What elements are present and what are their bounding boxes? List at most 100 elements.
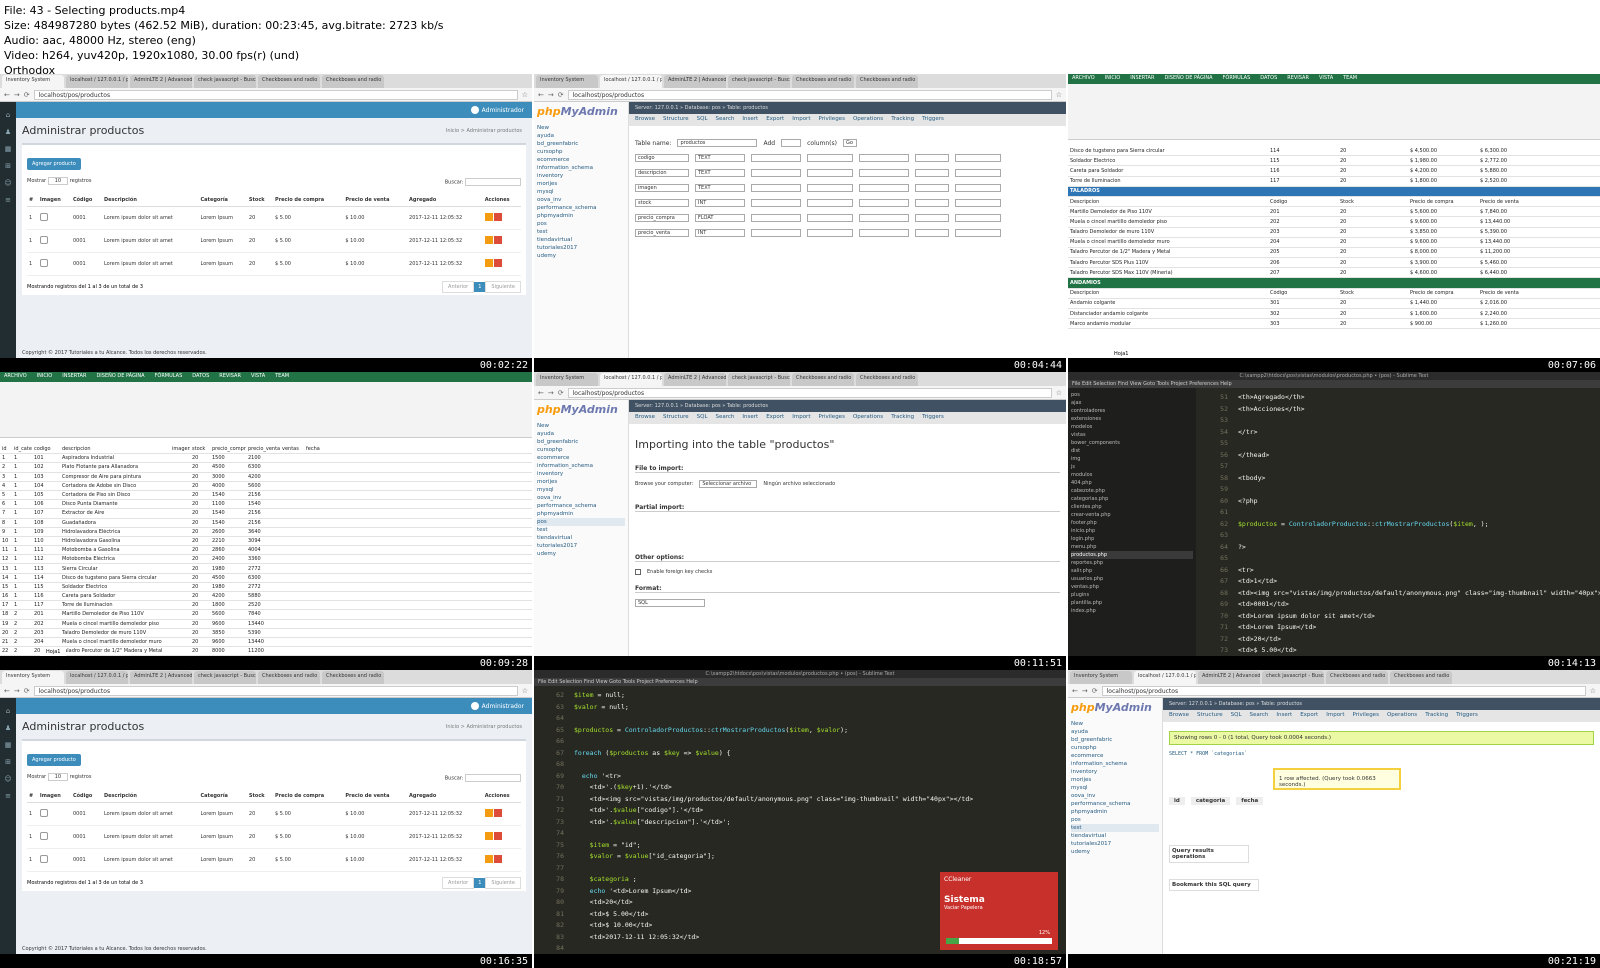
cell[interactable]: Taladro Percutor de 1/2" Madera y Metal <box>1068 249 1268 255</box>
sheet-tab[interactable]: Hoja1 <box>1108 350 1135 358</box>
cell[interactable]: 1500 <box>210 455 246 461</box>
cell[interactable]: 16 <box>0 593 12 599</box>
database-item[interactable]: morijes <box>537 180 625 188</box>
browser-tab[interactable]: Checkboxes and radio <box>792 75 854 88</box>
cell[interactable]: 4500 <box>210 464 246 470</box>
pma-tab[interactable]: Structure <box>663 414 689 422</box>
cell[interactable]: 20 <box>190 639 210 645</box>
cell[interactable]: $ 1,800.00 <box>1408 178 1478 184</box>
database-item[interactable]: ecommerce <box>537 454 625 462</box>
column-header[interactable]: Código <box>70 790 102 803</box>
browser-tab[interactable]: check javascript - Busca <box>728 373 790 386</box>
cell[interactable]: 2100 <box>246 455 280 461</box>
cell[interactable]: Cortadora de Piso sin Disco <box>60 492 170 498</box>
back-icon[interactable]: ← <box>4 687 10 695</box>
pma-tab[interactable]: Privileges <box>1352 712 1378 720</box>
pma-tab[interactable]: Privileges <box>818 414 844 422</box>
cell[interactable]: 20 <box>190 483 210 489</box>
database-item[interactable]: mysql <box>537 486 625 494</box>
cell[interactable]: Taladro Percutor SDS Max 110V (Mineria) <box>1068 270 1268 276</box>
cell[interactable]: 13440 <box>246 639 280 645</box>
reload-icon[interactable]: ⟳ <box>558 389 564 397</box>
cell[interactable]: id_categoria <box>12 446 32 452</box>
cell[interactable]: 1540 <box>210 492 246 498</box>
pma-tab[interactable]: Operations <box>1387 712 1417 720</box>
file-tree-item[interactable]: pos <box>1071 391 1193 399</box>
file-tree-item[interactable]: login.php <box>1071 535 1193 543</box>
collation-select[interactable] <box>859 154 909 162</box>
cell[interactable]: 206 <box>1268 260 1338 266</box>
cell[interactable]: Marco andamio modular <box>1068 321 1268 327</box>
cell[interactable]: 105 <box>32 492 60 498</box>
cell[interactable]: 21 <box>0 639 12 645</box>
database-item[interactable]: performance_schema <box>537 204 625 212</box>
database-item[interactable]: morijes <box>537 478 625 486</box>
collation-select[interactable] <box>859 214 909 222</box>
cell[interactable]: 114 <box>1268 148 1338 154</box>
database-item[interactable]: information_schema <box>537 164 625 172</box>
cell[interactable]: Descripcion <box>1068 199 1268 205</box>
database-item[interactable]: phpmyadmin <box>537 212 625 220</box>
cell[interactable]: 115 <box>1268 158 1338 164</box>
cell[interactable]: 13 <box>0 566 12 572</box>
cell[interactable]: $ 9,600.00 <box>1408 219 1478 225</box>
cell[interactable]: 20 <box>190 648 210 654</box>
attributes-select[interactable] <box>915 184 949 192</box>
cell[interactable]: 20 <box>1338 178 1408 184</box>
star-icon[interactable]: ☆ <box>1056 91 1062 99</box>
index-select[interactable] <box>955 184 1001 192</box>
delete-button[interactable] <box>493 213 502 221</box>
file-tree-item[interactable]: modulos <box>1071 471 1193 479</box>
cell[interactable]: 103 <box>32 474 60 480</box>
cell[interactable]: Muela o cincel martillo demoledor piso <box>60 621 170 627</box>
field-name-input[interactable]: codigo <box>635 154 689 162</box>
pma-tab[interactable]: Browse <box>1169 712 1189 720</box>
page-size-select[interactable]: 10 <box>47 177 69 185</box>
table-name-input[interactable]: productos <box>677 139 758 147</box>
database-item[interactable]: tutoriales2017 <box>537 244 625 252</box>
cell[interactable]: codigo <box>32 446 60 452</box>
database-item[interactable]: test <box>1071 824 1159 832</box>
forward-icon[interactable]: → <box>548 91 554 99</box>
cell[interactable]: 19 <box>0 621 12 627</box>
column-header[interactable]: Precio de venta <box>343 194 408 207</box>
cell[interactable]: 2156 <box>246 492 280 498</box>
clients-icon[interactable]: ☺ <box>0 179 16 187</box>
cell[interactable]: 9600 <box>210 621 246 627</box>
checkbox[interactable] <box>635 569 641 575</box>
browser-tab[interactable]: Checkboxes and radio <box>258 75 320 88</box>
edit-button[interactable] <box>484 213 493 221</box>
browser-tab[interactable]: localhost / 127.0.0.1 / pos <box>1134 671 1196 684</box>
cell[interactable]: 20 <box>1338 249 1408 255</box>
cell[interactable]: Torre de Iluminacion <box>60 602 170 608</box>
cell[interactable]: 4500 <box>210 575 246 581</box>
browser-tab[interactable]: Checkboxes and radio <box>322 75 384 88</box>
file-tree-item[interactable]: ajax <box>1071 399 1193 407</box>
column-header[interactable]: Agregado <box>407 790 483 803</box>
cell[interactable]: 1 <box>12 501 32 507</box>
cell[interactable]: 20 <box>190 520 210 526</box>
database-item[interactable]: tutoriales2017 <box>1071 840 1159 848</box>
cell[interactable]: 113 <box>32 566 60 572</box>
next-button[interactable]: Siguiente <box>485 281 521 293</box>
browser-tab[interactable]: Inventory System <box>2 75 64 88</box>
cell[interactable]: 1 <box>12 538 32 544</box>
prev-button[interactable]: Anterior <box>442 281 475 293</box>
field-name-input[interactable]: stock <box>635 199 689 207</box>
database-item[interactable]: information_schema <box>1071 760 1159 768</box>
cell[interactable]: 112 <box>32 556 60 562</box>
cell[interactable]: precio_compra <box>210 446 246 452</box>
cell[interactable]: 1540 <box>210 520 246 526</box>
cell[interactable]: 14 <box>0 575 12 581</box>
cell[interactable]: Muela o cincel martillo demoledor piso <box>1068 219 1268 225</box>
cell[interactable]: Stock <box>1338 290 1408 296</box>
column-header[interactable]: Imagen <box>37 194 71 207</box>
pma-tab[interactable]: Export <box>766 116 784 124</box>
cell[interactable]: 6 <box>0 501 12 507</box>
pma-tab[interactable]: Triggers <box>922 414 944 422</box>
ribbon-tab[interactable]: FÓRMULAS <box>1223 75 1251 83</box>
column-header[interactable]: Acciones <box>482 790 521 803</box>
pma-tab[interactable]: Search <box>716 414 735 422</box>
file-tree-item[interactable]: reportes.php <box>1071 559 1193 567</box>
cell[interactable]: 1 <box>12 492 32 498</box>
